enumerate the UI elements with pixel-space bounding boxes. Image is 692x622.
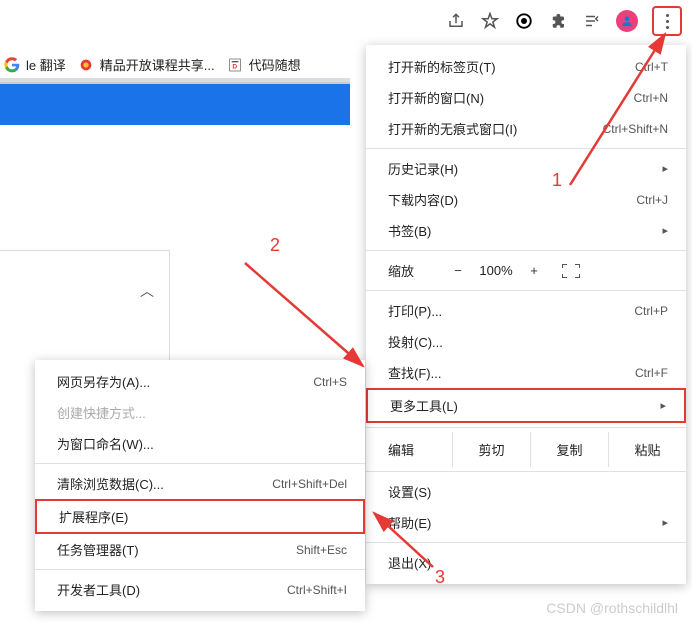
- zoom-value: 100%: [472, 263, 520, 278]
- submenu-create-shortcut: 创建快捷方式...: [35, 397, 365, 428]
- menu-new-incognito[interactable]: 打开新的无痕式窗口(I)Ctrl+Shift+N: [366, 113, 686, 144]
- separator: [366, 148, 686, 149]
- record-icon[interactable]: [514, 11, 534, 31]
- bookmark-label: le 翻译: [26, 55, 66, 74]
- zoom-in-button[interactable]: +: [520, 263, 548, 278]
- menu-new-window[interactable]: 打开新的窗口(N)Ctrl+N: [366, 82, 686, 113]
- submenu-extensions[interactable]: 扩展程序(E): [35, 499, 365, 534]
- menu-edit-row: 编辑 剪切 复制 粘贴: [366, 432, 686, 467]
- menu-print[interactable]: 打印(P)...Ctrl+P: [366, 295, 686, 326]
- separator: [366, 250, 686, 251]
- fullscreen-icon[interactable]: [562, 264, 580, 278]
- edit-label: 编辑: [366, 432, 452, 467]
- bookmark-label: 代码随想: [249, 55, 301, 74]
- more-tools-submenu: 网页另存为(A)...Ctrl+S 创建快捷方式... 为窗口命名(W)... …: [35, 360, 365, 611]
- bookmark-label: 精品开放课程共享...: [100, 55, 215, 74]
- extension-icon[interactable]: [548, 11, 568, 31]
- separator: [35, 569, 365, 570]
- zoom-label: 缩放: [388, 261, 414, 280]
- google-icon: [4, 57, 20, 73]
- star-icon[interactable]: [480, 11, 500, 31]
- kebab-menu-button[interactable]: [652, 6, 682, 36]
- menu-exit[interactable]: 退出(X): [366, 547, 686, 578]
- menu-new-tab[interactable]: 打开新的标签页(T)Ctrl+T: [366, 51, 686, 82]
- cut-button[interactable]: 剪切: [452, 432, 530, 467]
- menu-more-tools[interactable]: 更多工具(L): [366, 388, 686, 423]
- paste-button[interactable]: 粘贴: [608, 432, 686, 467]
- watermark: CSDN @rothschildlhl: [546, 600, 678, 616]
- chevron-up-icon[interactable]: ︿: [140, 281, 154, 301]
- separator: [366, 542, 686, 543]
- course-icon: [78, 57, 94, 73]
- chrome-main-menu: 打开新的标签页(T)Ctrl+T 打开新的窗口(N)Ctrl+N 打开新的无痕式…: [366, 45, 686, 584]
- menu-zoom-row: 缩放 − 100% +: [366, 255, 686, 286]
- bookmark-course[interactable]: 精品开放课程共享...: [78, 55, 215, 74]
- bookmark-translate[interactable]: le 翻译: [4, 55, 66, 74]
- reading-list-icon[interactable]: [582, 11, 602, 31]
- bookmarks-bar: le 翻译 精品开放课程共享... D 代码随想: [0, 55, 301, 74]
- bookmark-code[interactable]: D 代码随想: [227, 55, 301, 74]
- menu-bookmarks[interactable]: 书签(B): [366, 215, 686, 246]
- menu-settings[interactable]: 设置(S): [366, 476, 686, 507]
- separator: [35, 463, 365, 464]
- profile-avatar[interactable]: [616, 10, 638, 32]
- browser-toolbar: [446, 6, 682, 36]
- menu-find[interactable]: 查找(F)...Ctrl+F: [366, 357, 686, 388]
- doc-icon: D: [227, 57, 243, 73]
- menu-downloads[interactable]: 下载内容(D)Ctrl+J: [366, 184, 686, 215]
- submenu-name-window[interactable]: 为窗口命名(W)...: [35, 428, 365, 459]
- submenu-task-manager[interactable]: 任务管理器(T)Shift+Esc: [35, 534, 365, 565]
- page-header-strip: [0, 82, 350, 125]
- menu-history[interactable]: 历史记录(H): [366, 153, 686, 184]
- submenu-save-as[interactable]: 网页另存为(A)...Ctrl+S: [35, 366, 365, 397]
- submenu-clear-data[interactable]: 清除浏览数据(C)...Ctrl+Shift+Del: [35, 468, 365, 499]
- submenu-dev-tools[interactable]: 开发者工具(D)Ctrl+Shift+I: [35, 574, 365, 605]
- separator: [366, 427, 686, 428]
- menu-help[interactable]: 帮助(E): [366, 507, 686, 538]
- share-icon[interactable]: [446, 11, 466, 31]
- copy-button[interactable]: 复制: [530, 432, 608, 467]
- menu-cast[interactable]: 投射(C)...: [366, 326, 686, 357]
- zoom-out-button[interactable]: −: [444, 263, 472, 278]
- svg-text:D: D: [232, 63, 237, 70]
- annotation-2: 2: [270, 235, 280, 256]
- separator: [366, 290, 686, 291]
- separator: [366, 471, 686, 472]
